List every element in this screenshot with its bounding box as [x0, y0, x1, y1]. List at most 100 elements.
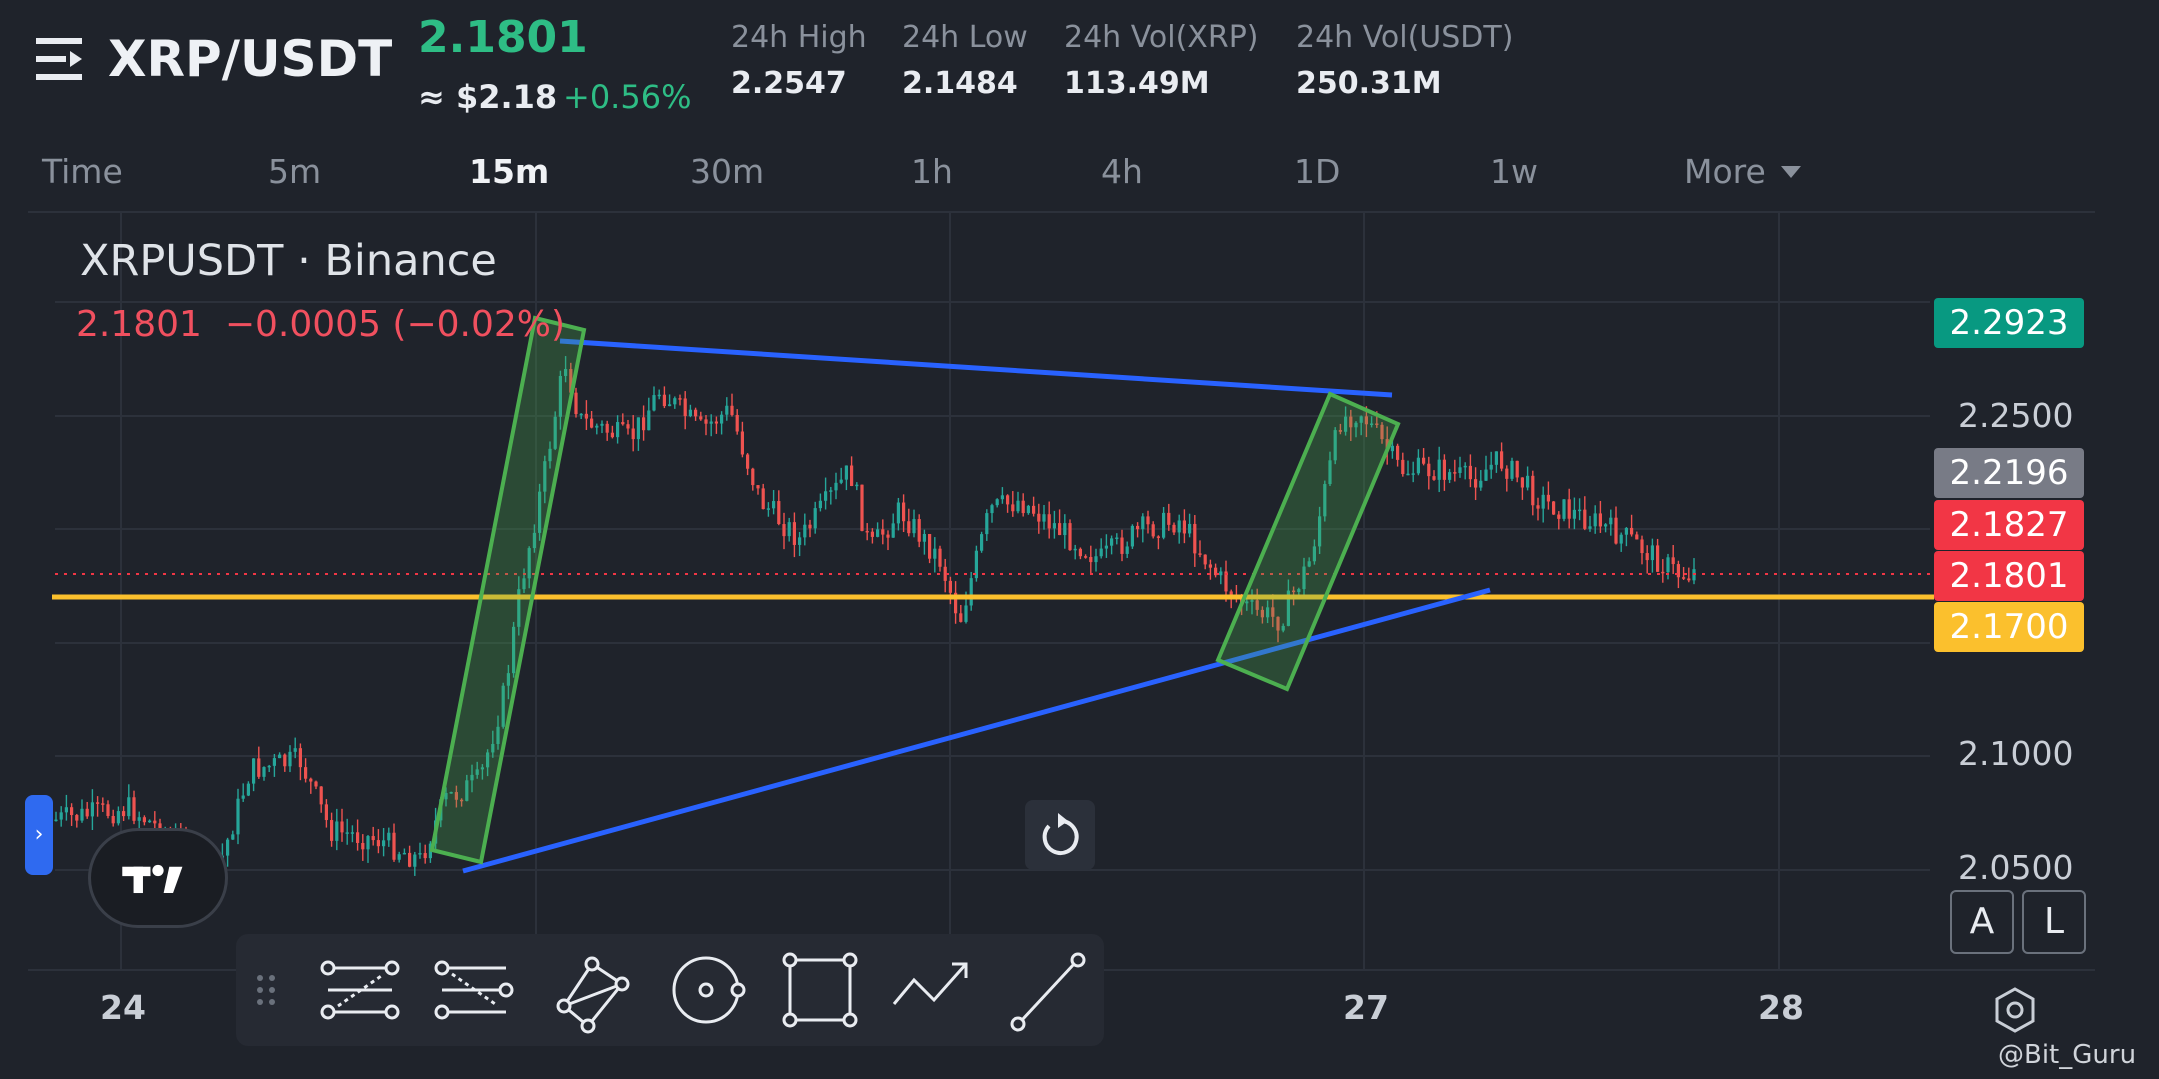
candle-body — [1671, 557, 1675, 565]
candle-body — [298, 748, 302, 768]
candle-body — [818, 500, 822, 509]
drag-handle-icon[interactable] — [236, 934, 296, 1046]
candle-body — [621, 422, 625, 425]
circle-tool-icon[interactable] — [656, 934, 756, 1046]
candle-body — [1442, 459, 1446, 480]
candle-body — [766, 508, 770, 510]
stat-24h-high-label: 24h High — [731, 20, 867, 55]
candle-body — [720, 414, 724, 424]
candle-body — [1531, 475, 1535, 506]
candle-body — [122, 811, 126, 817]
candle-body — [1141, 516, 1145, 530]
candle-body — [631, 428, 635, 440]
fib-extension-icon[interactable] — [428, 934, 528, 1046]
candle-body — [740, 431, 744, 455]
candle-body — [1422, 457, 1426, 464]
candle-body — [402, 852, 406, 855]
stat-24h-vol-xrp-value: 113.49M — [1064, 66, 1210, 101]
fib-retracement-icon[interactable] — [314, 934, 414, 1046]
tab-15m[interactable]: 15m — [469, 152, 549, 191]
candle-body — [860, 484, 864, 531]
tab-more[interactable]: More — [1684, 152, 1766, 191]
candle-body — [1037, 513, 1041, 522]
candle-body — [1099, 548, 1103, 557]
candle-body — [382, 840, 386, 847]
tradingview-logo-icon — [88, 828, 228, 928]
candle-body — [1614, 517, 1618, 544]
tab-4h[interactable]: 4h — [1101, 152, 1143, 191]
candle-body — [413, 854, 417, 867]
candle-body — [267, 765, 271, 768]
candle-body — [673, 398, 677, 405]
candle-body — [278, 754, 282, 759]
candle-body — [1463, 465, 1467, 468]
candle-body — [980, 534, 984, 551]
candle-body — [1661, 571, 1665, 574]
candle-body — [1572, 509, 1576, 519]
candle-body — [959, 613, 963, 622]
tab-1h[interactable]: 1h — [911, 152, 953, 191]
tab-30m[interactable]: 30m — [690, 152, 764, 191]
y-axis-label: 2.0500 — [1958, 848, 2074, 882]
candle-body — [366, 836, 370, 850]
candle-body — [1494, 451, 1498, 465]
expand-panel-tab[interactable]: › — [25, 795, 53, 875]
candle-body — [106, 804, 110, 816]
candle-body — [870, 531, 874, 537]
candle-body — [902, 502, 906, 522]
candle-body — [730, 405, 734, 415]
trend-line-icon[interactable] — [998, 934, 1098, 1046]
pair-title[interactable]: XRP/USDT — [108, 30, 392, 88]
candle-body — [1052, 523, 1056, 529]
chevron-down-icon[interactable] — [1781, 166, 1801, 178]
candle-body — [1604, 524, 1608, 527]
path-tool-icon[interactable] — [884, 934, 984, 1046]
candle-body — [1198, 553, 1202, 555]
impulse-highlight-1[interactable] — [429, 315, 587, 865]
reset-chart-button[interactable] — [1025, 800, 1095, 870]
candle-body — [85, 808, 89, 817]
menu-icon[interactable] — [36, 36, 88, 84]
candle-body — [257, 758, 261, 777]
tab-time[interactable]: Time — [42, 152, 123, 191]
candle-body — [1458, 467, 1462, 473]
tab-5m[interactable]: 5m — [268, 152, 321, 191]
candle-body — [990, 505, 994, 514]
candle-body — [824, 491, 828, 501]
candle-body — [683, 398, 687, 417]
candle-body — [600, 423, 604, 426]
impulse-highlight-2[interactable] — [1215, 391, 1401, 692]
settings-icon[interactable] — [1990, 985, 2040, 1035]
price-badge-high: 2.2923 — [1934, 298, 2084, 348]
candle-body — [865, 530, 869, 533]
price-chart[interactable] — [0, 0, 2159, 1079]
tab-1w[interactable]: 1w — [1490, 152, 1538, 191]
tab-1d[interactable]: 1D — [1294, 152, 1340, 191]
candle-body — [1609, 517, 1613, 525]
lower-trendline[interactable] — [462, 587, 1491, 874]
rectangle-tool-icon[interactable] — [770, 934, 870, 1046]
upper-trendline[interactable] — [559, 338, 1393, 398]
price-badge-open: 2.1827 — [1934, 500, 2084, 550]
usd-price: ≈ $2.18 — [418, 78, 558, 116]
candle-body — [595, 425, 599, 428]
candle-body — [1156, 536, 1160, 538]
candle-body — [896, 502, 900, 524]
candle-body — [751, 468, 755, 486]
candle-body — [1073, 548, 1077, 551]
candle-body — [772, 501, 776, 509]
candle-body — [1520, 477, 1524, 488]
candle-body — [1432, 476, 1436, 480]
xabcd-pattern-icon[interactable] — [542, 934, 642, 1046]
candle-body — [1042, 514, 1046, 522]
candle-body — [1208, 564, 1212, 568]
candle-body — [969, 578, 973, 606]
candle-body — [304, 767, 308, 779]
candle-body — [59, 812, 63, 820]
candle-body — [236, 798, 240, 835]
candle-body — [252, 758, 256, 784]
auto-scale-button[interactable]: A — [1950, 890, 2014, 954]
candle-body — [293, 748, 297, 752]
candle-body — [761, 488, 765, 510]
log-scale-button[interactable]: L — [2022, 890, 2086, 954]
